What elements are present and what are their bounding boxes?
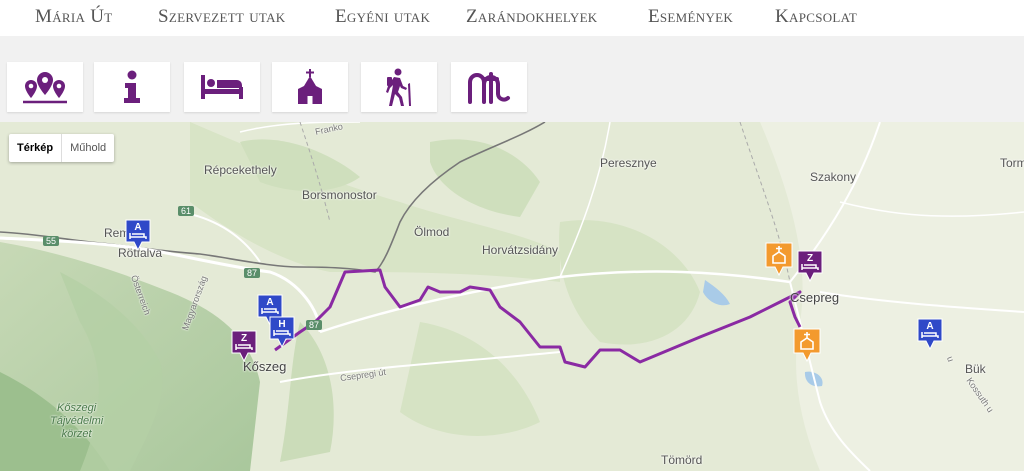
road-number-55: 55 [43,236,60,246]
accommodation-marker[interactable]: A [125,219,151,251]
area-label-nature-park: Kőszegi Tájvédelmi körzet [50,402,104,440]
road-number-87: 87 [244,268,261,278]
place-label-repcekethely: Répcekethely [204,163,277,177]
hiking-button[interactable] [361,62,437,112]
map-pins-button[interactable] [7,62,83,112]
place-label-peresznye: Peresznye [600,156,657,170]
map-type-control: Térkép Műhold [9,134,115,162]
marker-letter: A [266,297,273,308]
map-background [0,122,1024,471]
place-label-tomord: Tömörd [661,453,703,467]
place-label-torm: Torm [1000,156,1024,170]
marker-letter: H [278,319,285,330]
marker-letter: A [134,222,141,233]
road-number-87b: 87 [306,320,323,330]
bed-icon [201,75,243,99]
nav-item-szervezett-utak[interactable]: Szervezett utak [158,6,286,28]
place-label-buk: Bük [965,362,986,376]
maria-ut-logo-button[interactable] [451,62,527,112]
marker-letter: Z [241,333,247,344]
pilgrim-pin-icon: Z [797,250,823,282]
place-label-csepreg: Csepreg [790,290,840,305]
nav-item-zarandokhelyek[interactable]: Zarándokhelyek [466,6,598,28]
accommodation-marker[interactable]: H [269,316,295,348]
accommodation-pin-icon: H [269,316,295,348]
accommodation-marker[interactable]: A [917,318,943,350]
nav-item-egyeni-utak[interactable]: Egyéni utak [335,6,430,28]
hiker-icon [386,68,411,106]
icon-toolbar [0,36,1024,122]
church-marker[interactable] [793,328,821,362]
place-label-horvatzsidany: Horvátzsidány [482,243,559,257]
church-marker[interactable] [765,242,793,276]
marker-letter: A [926,321,933,332]
church-pin-icon [765,242,793,276]
marker-letter: Z [807,253,813,264]
accommodation-pin-icon: A [917,318,943,350]
nav-item-maria-ut[interactable]: Mária Út [35,6,112,28]
church-pin-icon [793,328,821,362]
info-icon [124,70,140,103]
accommodation-button[interactable] [184,62,260,112]
nav-item-esemenyek[interactable]: Események [648,6,733,28]
road-number-61: 61 [178,206,195,216]
map-type-map-button[interactable]: Térkép [9,134,63,162]
pilgrim-pin-icon: Z [231,330,257,362]
pilgrim-site-marker[interactable]: Z [231,330,257,362]
pilgrim-site-marker[interactable]: Z [797,250,823,282]
map-type-satellite-button[interactable]: Műhold [62,134,114,162]
info-button[interactable] [94,62,170,112]
maria-ut-logo-icon [468,72,510,104]
place-label-szakony: Szakony [810,170,857,184]
place-label-borsmonostor: Borsmonostor [302,188,377,202]
nav-item-kapcsolat[interactable]: Kapcsolat [775,6,857,28]
church-icon [298,69,322,104]
route-map[interactable]: Térkép Műhold Répcekethely Borsmonostor … [0,122,1024,471]
place-label-olmod: Ölmod [414,225,450,239]
church-button[interactable] [272,62,348,112]
top-navigation: Mária Út Szervezett utak Egyéni utak Zar… [0,0,1024,36]
map-pins-icon [23,72,67,104]
accommodation-pin-icon: A [125,219,151,251]
